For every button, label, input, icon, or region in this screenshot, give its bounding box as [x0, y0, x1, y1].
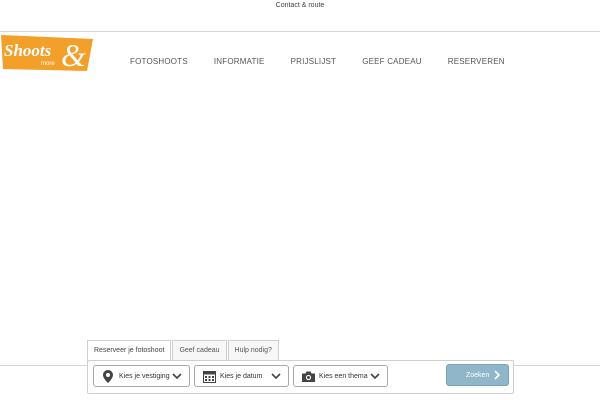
logo-graphic: Shoots more & [1, 35, 93, 73]
contact-route-link[interactable]: Contact & route [0, 2, 600, 9]
nav-reserveren[interactable]: RESERVEREN [448, 57, 505, 69]
location-select-label: Kies je vestiging [119, 372, 170, 380]
map-pin-icon [101, 369, 115, 383]
tab-hulp-nodig[interactable]: Hulp nodig? [227, 340, 279, 361]
svg-text:Shoots: Shoots [4, 41, 52, 60]
booking-panel: Kies je vestiging Kies je datum Kies een… [87, 360, 514, 394]
calendar-icon [202, 369, 216, 383]
theme-select[interactable]: Kies een thema [293, 365, 388, 387]
date-select-label: Kies je datum [220, 372, 263, 380]
booking-tabs: Reserveer je fotoshoot Geef cadeau Hulp … [87, 340, 280, 362]
chevron-down-icon [369, 370, 381, 382]
nav-geef-cadeau[interactable]: GEEF CADEAU [362, 57, 422, 69]
svg-text:&: & [61, 37, 86, 73]
tab-geef-cadeau[interactable]: Geef cadeau [172, 340, 227, 361]
chevron-right-icon [492, 370, 502, 380]
nav-informatie[interactable]: INFORMATIE [214, 57, 265, 69]
main-navigation: FOTOSHOOTS INFORMATIE PRIJSLIJST GEEF CA… [130, 57, 505, 69]
search-button-label: Zoeken [466, 371, 490, 379]
date-select[interactable]: Kies je datum [194, 365, 289, 387]
svg-text:more: more [41, 61, 55, 67]
chevron-down-icon [270, 370, 282, 382]
location-select[interactable]: Kies je vestiging [93, 365, 190, 387]
nav-prijslijst[interactable]: PRIJSLIJST [291, 57, 337, 69]
camera-icon [301, 369, 315, 383]
theme-select-label: Kies een thema [319, 372, 368, 380]
booking-widget: Reserveer je fotoshoot Geef cadeau Hulp … [87, 340, 514, 395]
nav-fotoshoots[interactable]: FOTOSHOOTS [130, 57, 188, 69]
tab-reserveer-fotoshoot[interactable]: Reserveer je fotoshoot [87, 340, 172, 362]
shoots-and-more-logo[interactable]: Shoots more & [1, 33, 93, 73]
chevron-down-icon [171, 370, 183, 382]
search-button[interactable]: Zoeken [446, 364, 509, 386]
top-bar: Contact & route [0, 0, 600, 32]
